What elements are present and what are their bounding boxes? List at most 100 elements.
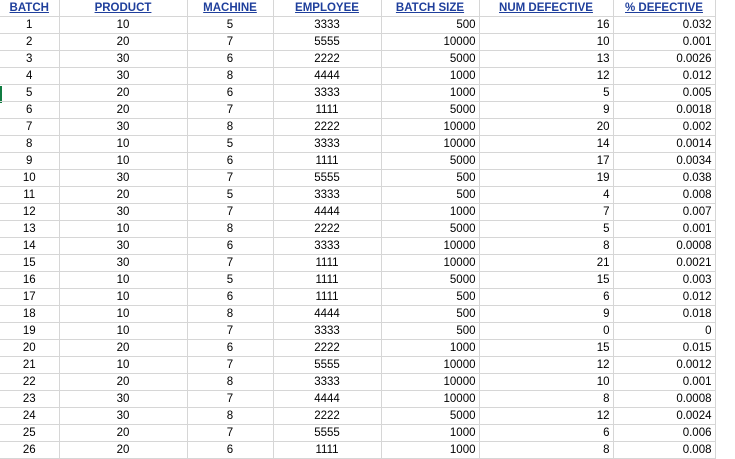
cell-batch-size[interactable]: 500 — [381, 186, 480, 204]
cell-product[interactable]: 10 — [59, 220, 188, 238]
cell-employee[interactable]: 2222 — [273, 339, 382, 357]
cell-percent-defective[interactable]: 0.0034 — [613, 152, 716, 170]
cell-product[interactable]: 20 — [59, 373, 188, 391]
cell-num-defective[interactable]: 17 — [479, 152, 614, 170]
cell-employee[interactable]: 3333 — [273, 373, 382, 391]
cell-employee[interactable]: 5555 — [273, 33, 382, 51]
cell-percent-defective[interactable]: 0.001 — [613, 33, 716, 51]
cell-employee[interactable]: 3333 — [273, 135, 382, 153]
cell-machine[interactable]: 5 — [187, 16, 274, 34]
cell-machine[interactable]: 7 — [187, 356, 274, 374]
header-product[interactable]: PRODUCT — [59, 0, 188, 17]
cell-num-defective[interactable]: 0 — [479, 322, 614, 340]
header-batch[interactable]: BATCH — [0, 0, 60, 17]
cell-employee[interactable]: 4444 — [273, 390, 382, 408]
cell-batch[interactable]: 19 — [0, 322, 60, 340]
cell-product[interactable]: 20 — [59, 186, 188, 204]
cell-num-defective[interactable]: 13 — [479, 50, 614, 68]
cell-employee[interactable]: 3333 — [273, 16, 382, 34]
cell-num-defective[interactable]: 10 — [479, 373, 614, 391]
cell-num-defective[interactable]: 20 — [479, 118, 614, 136]
cell-product[interactable]: 10 — [59, 322, 188, 340]
cell-employee[interactable]: 3333 — [273, 84, 382, 102]
cell-machine[interactable]: 6 — [187, 339, 274, 357]
cell-batch[interactable]: 22 — [0, 373, 60, 391]
cell-percent-defective[interactable]: 0.008 — [613, 186, 716, 204]
cell-percent-defective[interactable]: 0.005 — [613, 84, 716, 102]
cell-product[interactable]: 30 — [59, 390, 188, 408]
cell-batch[interactable]: 23 — [0, 390, 60, 408]
cell-num-defective[interactable]: 12 — [479, 407, 614, 425]
cell-percent-defective[interactable]: 0.0021 — [613, 254, 716, 272]
cell-batch-size[interactable]: 5000 — [381, 271, 480, 289]
cell-num-defective[interactable]: 6 — [479, 288, 614, 306]
cell-percent-defective[interactable]: 0.001 — [613, 373, 716, 391]
cell-num-defective[interactable]: 19 — [479, 169, 614, 187]
header-percent-defective[interactable]: % DEFECTIVE — [613, 0, 716, 17]
cell-batch[interactable]: 15 — [0, 254, 60, 272]
cell-batch[interactable]: 16 — [0, 271, 60, 289]
cell-machine[interactable]: 6 — [187, 288, 274, 306]
cell-employee[interactable]: 1111 — [273, 288, 382, 306]
cell-batch[interactable]: 26 — [0, 441, 60, 459]
cell-machine[interactable]: 8 — [187, 220, 274, 238]
cell-batch-size[interactable]: 500 — [381, 305, 480, 323]
cell-num-defective[interactable]: 8 — [479, 441, 614, 459]
cell-batch-size[interactable]: 5000 — [381, 50, 480, 68]
cell-batch-size[interactable]: 1000 — [381, 203, 480, 221]
cell-machine[interactable]: 8 — [187, 407, 274, 425]
cell-num-defective[interactable]: 12 — [479, 67, 614, 85]
cell-batch-size[interactable]: 5000 — [381, 407, 480, 425]
cell-product[interactable]: 30 — [59, 407, 188, 425]
cell-num-defective[interactable]: 14 — [479, 135, 614, 153]
cell-num-defective[interactable]: 12 — [479, 356, 614, 374]
cell-product[interactable]: 30 — [59, 169, 188, 187]
cell-percent-defective[interactable]: 0.015 — [613, 339, 716, 357]
cell-machine[interactable]: 7 — [187, 33, 274, 51]
cell-product[interactable]: 20 — [59, 33, 188, 51]
cell-employee[interactable]: 1111 — [273, 441, 382, 459]
cell-batch-size[interactable]: 500 — [381, 169, 480, 187]
cell-employee[interactable]: 3333 — [273, 186, 382, 204]
cell-product[interactable]: 20 — [59, 441, 188, 459]
cell-batch-size[interactable]: 5000 — [381, 101, 480, 119]
cell-product[interactable]: 10 — [59, 16, 188, 34]
cell-batch[interactable]: 17 — [0, 288, 60, 306]
cell-employee[interactable]: 2222 — [273, 220, 382, 238]
cell-batch-size[interactable]: 1000 — [381, 67, 480, 85]
cell-product[interactable]: 30 — [59, 67, 188, 85]
cell-product[interactable]: 30 — [59, 203, 188, 221]
cell-batch[interactable]: 24 — [0, 407, 60, 425]
cell-machine[interactable]: 8 — [187, 305, 274, 323]
cell-machine[interactable]: 7 — [187, 322, 274, 340]
cell-num-defective[interactable]: 9 — [479, 101, 614, 119]
cell-machine[interactable]: 6 — [187, 237, 274, 255]
cell-batch-size[interactable]: 10000 — [381, 118, 480, 136]
cell-machine[interactable]: 7 — [187, 254, 274, 272]
cell-percent-defective[interactable]: 0.038 — [613, 169, 716, 187]
cell-percent-defective[interactable]: 0.008 — [613, 441, 716, 459]
cell-employee[interactable]: 5555 — [273, 424, 382, 442]
cell-batch-size[interactable]: 500 — [381, 322, 480, 340]
cell-machine[interactable]: 7 — [187, 101, 274, 119]
cell-batch-size[interactable]: 10000 — [381, 356, 480, 374]
cell-batch-size[interactable]: 10000 — [381, 254, 480, 272]
cell-employee[interactable]: 5555 — [273, 356, 382, 374]
cell-employee[interactable]: 1111 — [273, 152, 382, 170]
cell-employee[interactable]: 3333 — [273, 322, 382, 340]
cell-batch[interactable]: 2 — [0, 33, 60, 51]
cell-batch-size[interactable]: 5000 — [381, 152, 480, 170]
cell-percent-defective[interactable]: 0.0008 — [613, 237, 716, 255]
cell-product[interactable]: 20 — [59, 424, 188, 442]
cell-num-defective[interactable]: 7 — [479, 203, 614, 221]
cell-machine[interactable]: 8 — [187, 373, 274, 391]
cell-num-defective[interactable]: 5 — [479, 84, 614, 102]
cell-num-defective[interactable]: 5 — [479, 220, 614, 238]
cell-batch[interactable]: 9 — [0, 152, 60, 170]
cell-batch[interactable]: 12 — [0, 203, 60, 221]
cell-num-defective[interactable]: 6 — [479, 424, 614, 442]
cell-num-defective[interactable]: 4 — [479, 186, 614, 204]
cell-batch-size[interactable]: 500 — [381, 16, 480, 34]
cell-percent-defective[interactable]: 0.032 — [613, 16, 716, 34]
cell-employee[interactable]: 5555 — [273, 169, 382, 187]
